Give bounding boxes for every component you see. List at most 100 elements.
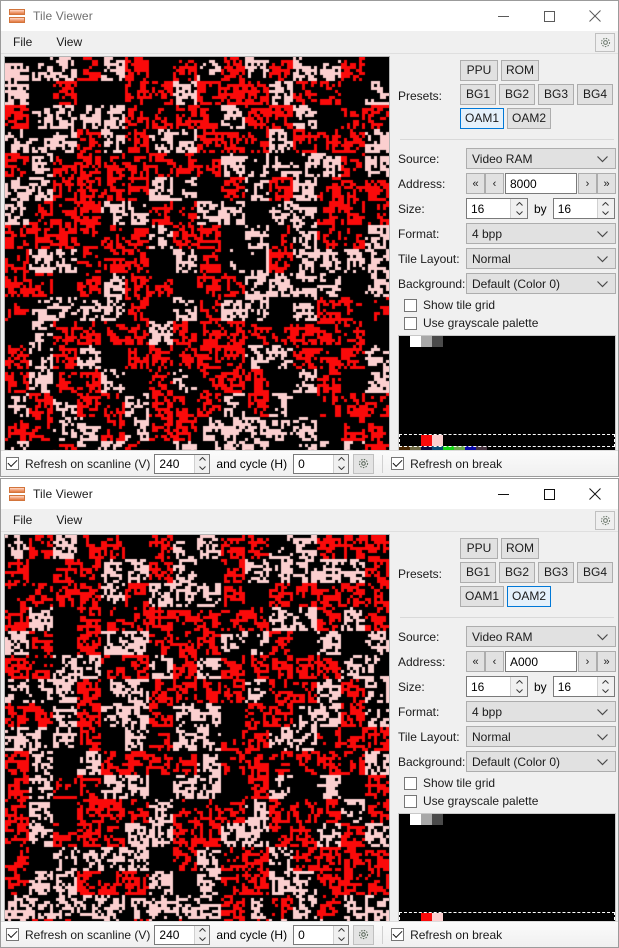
palette-swatch[interactable] xyxy=(454,880,465,891)
preset-bg1-button[interactable]: BG1 xyxy=(460,84,496,105)
palette-swatch[interactable] xyxy=(476,891,487,902)
palette-swatch[interactable] xyxy=(509,413,520,424)
palette-viewer[interactable] xyxy=(398,813,616,933)
palette-swatch[interactable] xyxy=(498,347,509,358)
preset-buttons[interactable]: PPU ROM BG1 BG2 BG3 BG4 OAM1 OAM2 xyxy=(460,60,616,132)
palette-swatch[interactable] xyxy=(520,891,531,902)
grayscale-palette-checkbox[interactable] xyxy=(404,794,417,808)
palette-swatch[interactable] xyxy=(520,869,531,880)
palette-swatch[interactable] xyxy=(542,435,553,446)
palette-swatch[interactable] xyxy=(553,336,564,347)
menubar[interactable]: File View xyxy=(1,31,618,54)
spin-down-icon[interactable] xyxy=(195,464,209,473)
refresh-break-row[interactable]: Refresh on break xyxy=(391,928,502,942)
palette-swatch[interactable] xyxy=(421,869,432,880)
palette-swatch[interactable] xyxy=(553,347,564,358)
palette-swatch[interactable] xyxy=(399,891,410,902)
palette-swatch[interactable] xyxy=(553,836,564,847)
palette-swatch[interactable] xyxy=(465,858,476,869)
palette-swatch[interactable] xyxy=(465,391,476,402)
palette-swatch[interactable] xyxy=(443,336,454,347)
palette-swatch[interactable] xyxy=(399,347,410,358)
tile-canvas[interactable] xyxy=(5,57,389,455)
palette-swatch[interactable] xyxy=(399,814,410,825)
palette-swatch[interactable] xyxy=(487,435,498,446)
size-height-value[interactable]: 16 xyxy=(553,677,597,696)
palette-swatch[interactable] xyxy=(564,880,575,891)
palette-swatch[interactable] xyxy=(531,880,542,891)
palette-swatch[interactable] xyxy=(487,825,498,836)
palette-swatch[interactable] xyxy=(399,358,410,369)
palette-swatch[interactable] xyxy=(421,336,432,347)
palette-swatch[interactable] xyxy=(443,424,454,435)
palette-swatch[interactable] xyxy=(432,825,443,836)
palette-swatch[interactable] xyxy=(542,347,553,358)
background-select[interactable]: Default (Color 0) xyxy=(466,273,616,294)
address-prev-button[interactable]: ‹ xyxy=(485,651,504,672)
cycle-stepper[interactable]: 0 xyxy=(293,453,350,474)
palette-swatch[interactable] xyxy=(509,836,520,847)
palette-swatch[interactable] xyxy=(520,880,531,891)
maximize-button[interactable] xyxy=(526,1,572,31)
palette-swatch[interactable] xyxy=(564,369,575,380)
palette-swatch[interactable] xyxy=(498,858,509,869)
palette-swatch[interactable] xyxy=(520,413,531,424)
palette-swatch[interactable] xyxy=(509,435,520,446)
palette-swatch[interactable] xyxy=(399,847,410,858)
palette-swatch[interactable] xyxy=(476,435,487,446)
caption-buttons[interactable] xyxy=(480,1,618,31)
palette-swatch[interactable] xyxy=(564,435,575,446)
palette-swatch[interactable] xyxy=(454,836,465,847)
refresh-scanline-row[interactable]: Refresh on scanline (V) xyxy=(6,457,150,471)
palette-swatch[interactable] xyxy=(520,369,531,380)
palette-swatch[interactable] xyxy=(421,435,432,446)
palette-swatch[interactable] xyxy=(564,825,575,836)
scanline-stepper[interactable]: 240 xyxy=(154,453,211,474)
palette-swatch[interactable] xyxy=(520,847,531,858)
background-select[interactable]: Default (Color 0) xyxy=(466,751,616,772)
palette-swatch[interactable] xyxy=(432,880,443,891)
palette-swatch[interactable] xyxy=(410,858,421,869)
palette-swatch[interactable] xyxy=(531,435,542,446)
palette-swatch[interactable] xyxy=(410,402,421,413)
palette-swatch[interactable] xyxy=(476,814,487,825)
palette-swatch[interactable] xyxy=(553,424,564,435)
palette-swatch[interactable] xyxy=(498,391,509,402)
palette-swatch[interactable] xyxy=(498,435,509,446)
palette-swatch[interactable] xyxy=(443,902,454,913)
palette-swatch[interactable] xyxy=(465,891,476,902)
refresh-scanline-row[interactable]: Refresh on scanline (V) xyxy=(6,928,150,942)
palette-swatch[interactable] xyxy=(399,902,410,913)
palette-swatch[interactable] xyxy=(454,369,465,380)
palette-swatch[interactable] xyxy=(421,891,432,902)
palette-swatch[interactable] xyxy=(432,402,443,413)
palette-swatch[interactable] xyxy=(509,358,520,369)
preset-rom-button[interactable]: ROM xyxy=(501,60,539,81)
palette-swatch[interactable] xyxy=(509,825,520,836)
size-width-value[interactable]: 16 xyxy=(467,677,510,696)
palette-swatch[interactable] xyxy=(531,902,542,913)
titlebar[interactable]: Tile Viewer xyxy=(1,1,618,31)
palette-swatch[interactable] xyxy=(520,336,531,347)
palette-swatch[interactable] xyxy=(531,814,542,825)
show-tile-grid-row[interactable]: Show tile grid xyxy=(404,776,616,790)
palette-swatch[interactable] xyxy=(509,391,520,402)
palette-swatch[interactable] xyxy=(454,402,465,413)
palette-swatch[interactable] xyxy=(553,891,564,902)
palette-swatch[interactable] xyxy=(509,402,520,413)
palette-swatch[interactable] xyxy=(410,336,421,347)
palette-swatch[interactable] xyxy=(443,858,454,869)
palette-swatch[interactable] xyxy=(509,369,520,380)
cycle-value[interactable]: 0 xyxy=(294,925,334,944)
palette-swatch[interactable] xyxy=(542,413,553,424)
palette-swatch[interactable] xyxy=(410,836,421,847)
palette-swatch[interactable] xyxy=(421,402,432,413)
palette-swatch[interactable] xyxy=(465,402,476,413)
palette-swatch[interactable] xyxy=(421,814,432,825)
preset-oam2-button[interactable]: OAM2 xyxy=(507,108,551,129)
palette-swatch[interactable] xyxy=(553,413,564,424)
show-tile-grid-checkbox[interactable] xyxy=(404,298,417,312)
palette-swatch[interactable] xyxy=(443,391,454,402)
close-button[interactable] xyxy=(572,1,618,31)
palette-swatch[interactable] xyxy=(531,424,542,435)
